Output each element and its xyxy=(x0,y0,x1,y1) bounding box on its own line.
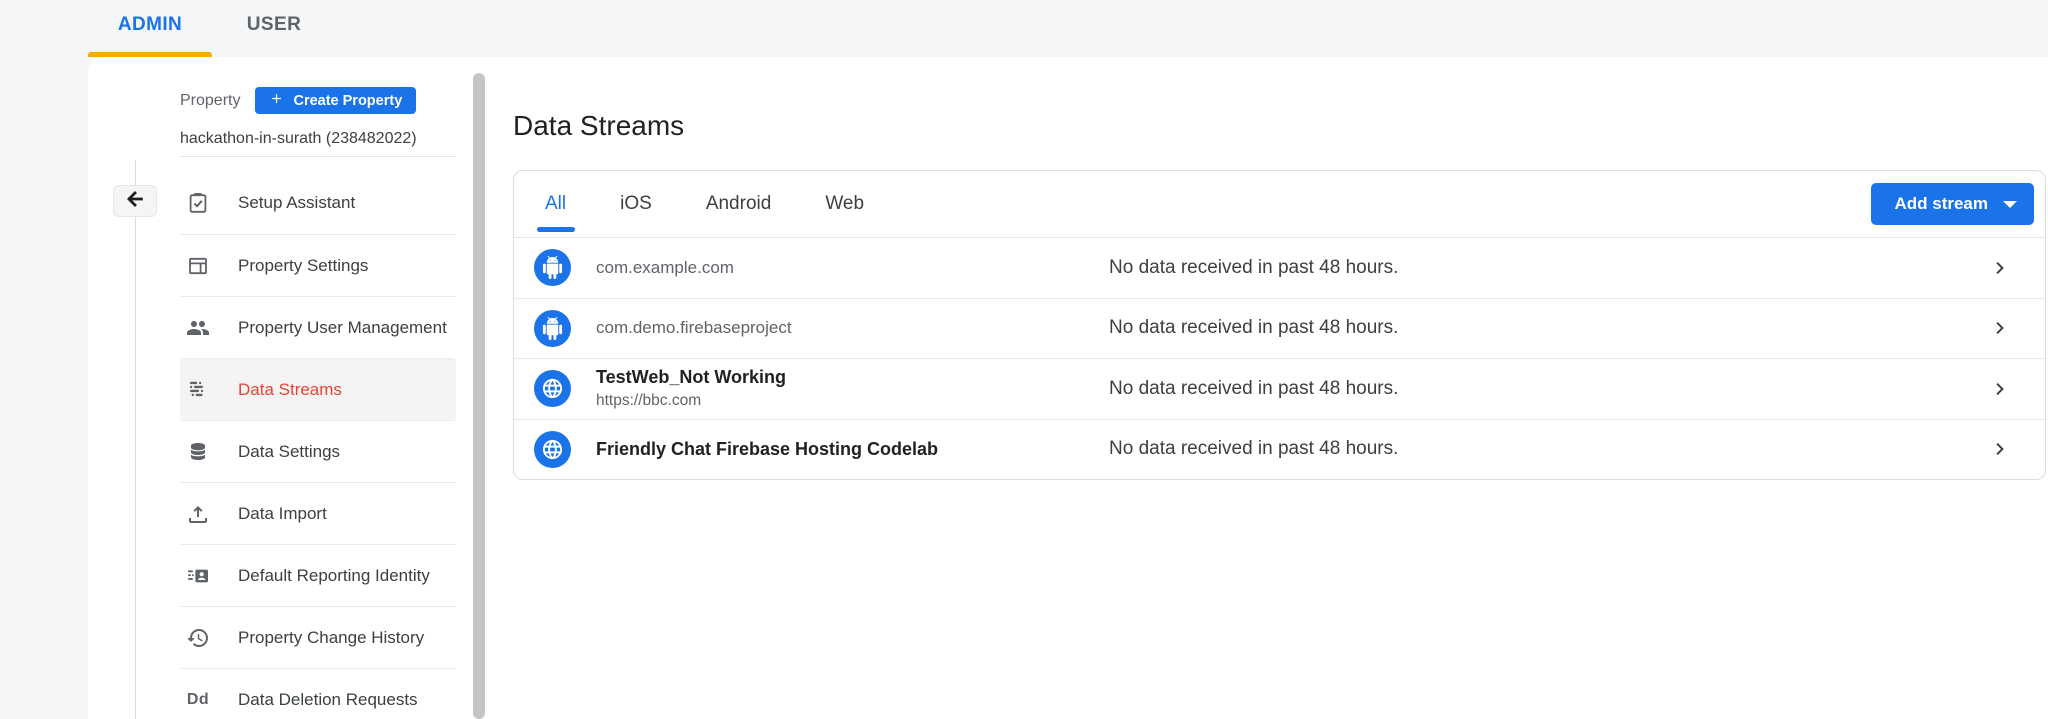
data-streams-card: All iOS Android Web Add stream com.examp… xyxy=(513,170,2046,480)
stream-name: TestWeb_Not Working xyxy=(596,367,1109,388)
page-title: Data Streams xyxy=(513,110,684,142)
stream-status: No data received in past 48 hours. xyxy=(1109,317,1955,339)
sidebar-item-default-reporting-identity[interactable]: Default Reporting Identity xyxy=(180,544,456,606)
stream-list: com.example.com No data received in past… xyxy=(514,238,2045,479)
sidebar-item-data-streams[interactable]: Data Streams xyxy=(180,358,456,420)
chevron-right-icon[interactable] xyxy=(1988,377,2012,401)
chevron-right-icon[interactable] xyxy=(1988,316,2012,340)
plus-icon xyxy=(269,91,284,110)
sidebar-item-data-settings[interactable]: Data Settings xyxy=(180,420,456,482)
sidebar-scrollbar[interactable] xyxy=(473,73,485,719)
stream-status: No data received in past 48 hours. xyxy=(1109,257,1955,279)
sidebar-item-property-settings[interactable]: Property Settings xyxy=(180,234,456,296)
stream-row[interactable]: com.demo.firebaseproject No data receive… xyxy=(514,298,2045,359)
property-nav: Setup Assistant Property Settings Proper… xyxy=(180,172,456,719)
property-header: Property Create Property xyxy=(180,87,416,114)
stream-name: com.demo.firebaseproject xyxy=(596,318,1109,338)
upload-icon xyxy=(186,502,210,526)
android-icon xyxy=(534,249,571,286)
property-label: Property xyxy=(180,92,240,110)
caret-down-icon xyxy=(2003,201,2017,208)
sidebar-item-data-deletion-requests[interactable]: Dd Data Deletion Requests xyxy=(180,668,456,719)
stream-filter-tab-web[interactable]: Web xyxy=(798,171,891,237)
stream-row[interactable]: Friendly Chat Firebase Hosting Codelab N… xyxy=(514,419,2045,480)
stream-filter-tab-ios[interactable]: iOS xyxy=(593,171,679,237)
stream-name-block: com.example.com xyxy=(596,258,1109,278)
data-deletion-icon: Dd xyxy=(186,688,210,712)
history-icon xyxy=(186,626,210,650)
active-tab-underline xyxy=(537,227,575,232)
property-settings-icon xyxy=(186,254,210,278)
stream-name-block: TestWeb_Not Working https://bbc.com xyxy=(596,367,1109,410)
tab-admin[interactable]: ADMIN xyxy=(88,14,212,36)
web-icon xyxy=(534,370,571,407)
add-stream-button[interactable]: Add stream xyxy=(1871,183,2034,225)
stream-status: No data received in past 48 hours. xyxy=(1109,438,1955,460)
property-name: hackathon-in-surath (238482022) xyxy=(180,130,417,148)
stream-name: Friendly Chat Firebase Hosting Codelab xyxy=(596,439,1109,460)
stream-name-block: Friendly Chat Firebase Hosting Codelab xyxy=(596,439,1109,460)
sidebar-item-data-import[interactable]: Data Import xyxy=(180,482,456,544)
database-icon xyxy=(186,440,210,464)
stream-url: https://bbc.com xyxy=(596,392,1109,410)
tab-user[interactable]: USER xyxy=(212,14,336,36)
stream-name: com.example.com xyxy=(596,258,1109,278)
stream-filter-tabs: All iOS Android Web Add stream xyxy=(514,171,2045,238)
sidebar-item-setup-assistant[interactable]: Setup Assistant xyxy=(180,172,456,234)
chevron-right-icon[interactable] xyxy=(1988,256,2012,280)
web-icon xyxy=(534,431,571,468)
stream-row[interactable]: com.example.com No data received in past… xyxy=(514,238,2045,298)
stream-filter-tab-android[interactable]: Android xyxy=(679,171,799,237)
sidebar-item-property-change-history[interactable]: Property Change History xyxy=(180,606,456,668)
setup-assistant-icon xyxy=(186,191,210,215)
stream-filter-tab-all[interactable]: All xyxy=(518,171,593,237)
sidebar-divider xyxy=(180,156,456,157)
collapse-panel-button[interactable] xyxy=(113,185,157,217)
android-icon xyxy=(534,310,571,347)
chevron-right-icon[interactable] xyxy=(1988,437,2012,461)
create-property-button[interactable]: Create Property xyxy=(255,87,416,114)
add-stream-label: Add stream xyxy=(1894,194,1988,214)
people-icon xyxy=(186,316,210,340)
create-property-label: Create Property xyxy=(293,93,402,109)
stream-row[interactable]: TestWeb_Not Working https://bbc.com No d… xyxy=(514,358,2045,419)
data-streams-icon xyxy=(186,378,210,402)
panel-divider-line xyxy=(135,160,136,719)
identity-icon xyxy=(186,564,210,588)
stream-status: No data received in past 48 hours. xyxy=(1109,378,1955,400)
stream-name-block: com.demo.firebaseproject xyxy=(596,318,1109,338)
sidebar-item-property-user-management[interactable]: Property User Management xyxy=(180,296,456,358)
back-arrow-icon xyxy=(124,188,146,215)
